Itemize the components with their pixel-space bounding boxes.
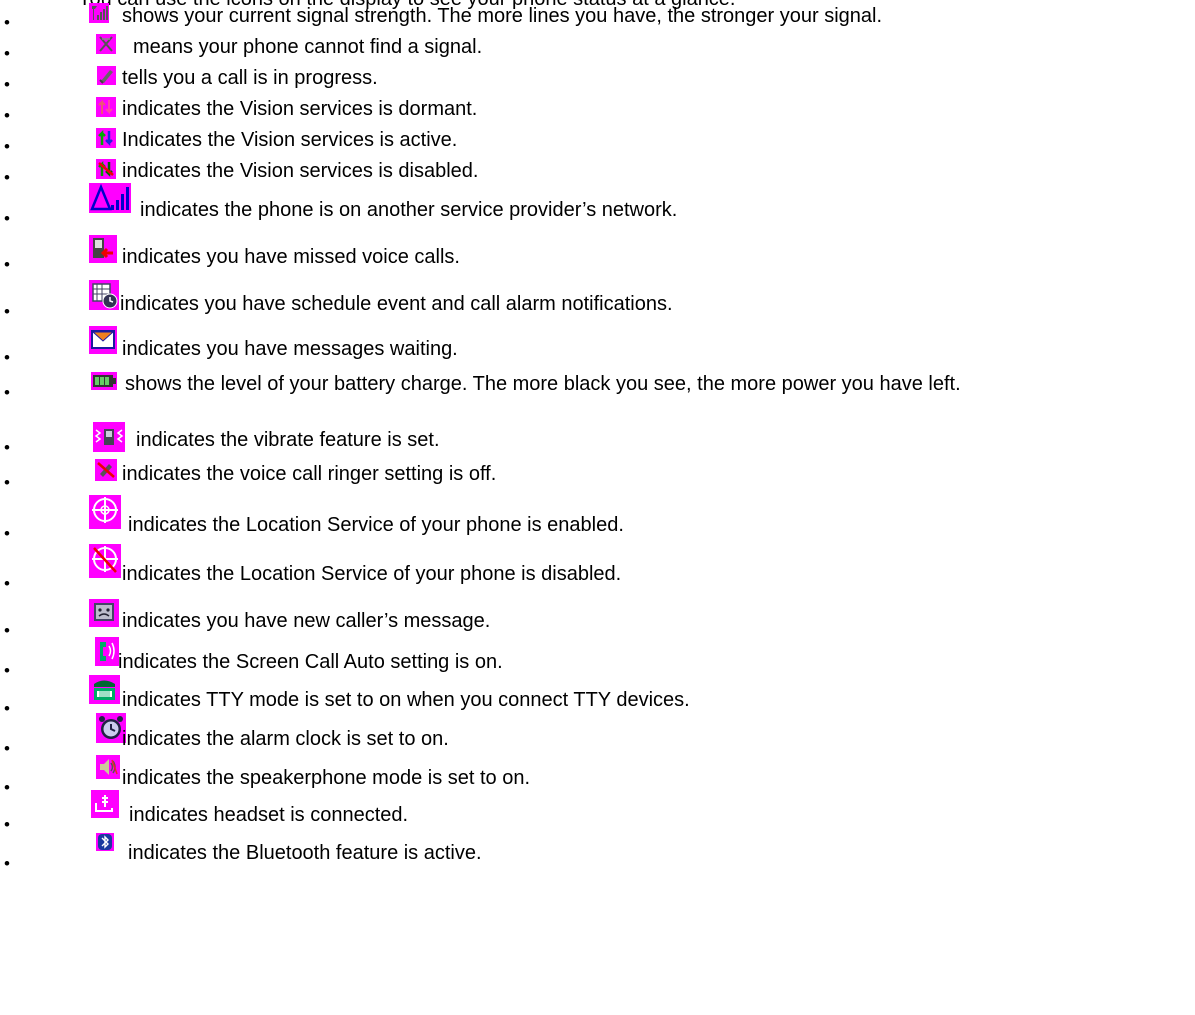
bullet: • [4, 13, 10, 32]
item-text: indicates the voice call ringer setting … [122, 463, 497, 485]
bullet: • [4, 44, 10, 63]
bullet: • [4, 106, 10, 125]
item-text: indicates headset is connected. [129, 804, 409, 826]
missed-call-icon [89, 235, 117, 263]
bullet: • [4, 438, 10, 457]
bullet: • [4, 348, 10, 367]
item-text: indicates the Vision services is dormant… [122, 98, 478, 120]
message-icon [89, 326, 117, 354]
item-text: indicates you have new caller’s message. [122, 610, 491, 632]
signal-strength-icon [89, 3, 109, 23]
location-on-icon [89, 495, 121, 529]
roaming-icon [89, 183, 131, 213]
bullet: • [4, 524, 10, 543]
vision-active-icon [96, 128, 116, 148]
screen-call-icon [95, 637, 119, 666]
item-text: indicates the vibrate feature is set. [136, 429, 440, 451]
item-text: shows your current signal strength. The … [122, 5, 883, 27]
item-text: indicates you have schedule event and ca… [120, 293, 673, 315]
bullet: • [4, 854, 10, 873]
item-text: means your phone cannot find a signal. [133, 36, 483, 58]
item-text: Indicates the Vision services is active. [122, 129, 458, 151]
item-text: indicates TTY mode is set to on when you… [122, 689, 690, 711]
bullet: • [4, 209, 10, 228]
bullet: • [4, 302, 10, 321]
headset-icon [91, 790, 119, 818]
item-text: indicates the speakerphone mode is set t… [122, 767, 531, 789]
vibrate-icon [93, 422, 125, 452]
item-text: indicates you have missed voice calls. [122, 246, 460, 268]
bullet: • [4, 739, 10, 758]
item-text: indicates the Vision services is disable… [122, 160, 479, 182]
item-text: indicates the phone is on another servic… [140, 199, 678, 221]
location-off-icon [89, 544, 121, 578]
bullet: • [4, 815, 10, 834]
bullet: • [4, 778, 10, 797]
bullet: • [4, 621, 10, 640]
bluetooth-icon [96, 833, 114, 851]
item-text: indicates the Bluetooth feature is activ… [128, 842, 482, 864]
speakerphone-icon [96, 755, 120, 779]
tty-icon [89, 675, 120, 704]
item-text: indicates the Location Service of your p… [128, 514, 624, 536]
schedule-alarm-icon [89, 280, 119, 310]
item-text: tells you a call is in progress. [122, 67, 378, 89]
bullet: • [4, 137, 10, 156]
bullet: • [4, 699, 10, 718]
bullet: • [4, 168, 10, 187]
item-text: indicates you have messages waiting. [122, 338, 458, 360]
item-text: indicates the Location Service of your p… [122, 563, 622, 585]
bullet: • [4, 574, 10, 593]
bullet: • [4, 473, 10, 492]
vision-disabled-icon [96, 159, 116, 179]
ringer-off-icon [95, 459, 117, 481]
no-signal-icon [96, 34, 116, 54]
bullet: • [4, 255, 10, 274]
item-text: indicates the alarm clock is set to on. [122, 728, 449, 750]
vision-dormant-icon [96, 97, 116, 117]
call-in-progress-icon [97, 66, 116, 85]
item-text: indicates the Screen Call Auto setting i… [118, 651, 503, 673]
item-text: shows the level of your battery charge. … [125, 373, 961, 395]
caller-message-icon [89, 599, 119, 627]
bullet: • [4, 661, 10, 680]
bullet: • [4, 75, 10, 94]
bullet: • [4, 383, 10, 402]
